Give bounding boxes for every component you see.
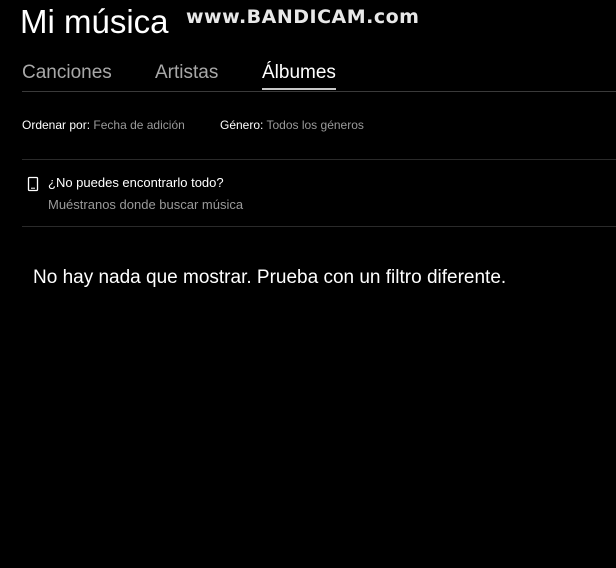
hint-title: ¿No puedes encontrarlo todo? [48, 175, 224, 190]
sort-dropdown[interactable]: Fecha de adición [93, 118, 184, 132]
bandicam-watermark: www.BANDICAM.com [186, 6, 420, 28]
hint-subtitle: Muéstranos donde buscar música [48, 197, 244, 212]
divider [22, 159, 616, 160]
sort-label: Ordenar por: [22, 118, 91, 132]
genre-filter[interactable]: Género: Todos los géneros [220, 116, 364, 134]
genre-dropdown[interactable]: Todos los géneros [266, 118, 363, 132]
tab-label: Álbumes [262, 62, 336, 83]
tab-label: Artistas [155, 62, 219, 83]
sort-filter[interactable]: Ordenar por: Fecha de adición [22, 116, 185, 134]
tabs-divider [22, 91, 616, 92]
find-music-link[interactable]: ¿No puedes encontrarlo todo? Muéstranos … [26, 174, 426, 218]
tab-canciones[interactable]: Canciones [22, 60, 112, 86]
genre-label: Género: [220, 118, 264, 132]
app-window: Mi música www.BANDICAM.com Canciones Art… [0, 0, 616, 568]
tab-label: Canciones [22, 62, 112, 83]
tab-artistas[interactable]: Artistas [155, 60, 218, 86]
tab-albumes[interactable]: Álbumes [262, 60, 336, 90]
divider [22, 226, 616, 227]
tab-bar: Canciones Artistas Álbumes [22, 60, 616, 91]
page-title: Mi música [20, 3, 169, 40]
phone-icon [26, 176, 40, 192]
selected-tab-indicator [262, 88, 336, 90]
empty-state-message: No hay nada que mostrar. Prueba con un f… [33, 267, 507, 288]
